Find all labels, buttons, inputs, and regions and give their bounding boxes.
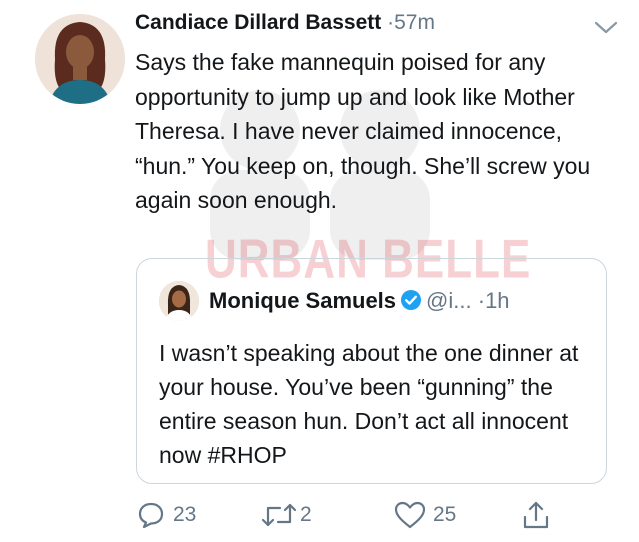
retweet-icon — [261, 503, 297, 527]
like-count: 25 — [433, 503, 457, 526]
tweet-text: Says the fake mannequin poised for any o… — [135, 49, 591, 213]
action-bar: 23 2 25 — [135, 495, 605, 535]
retweet-button[interactable]: 2 — [260, 495, 312, 535]
quoted-header: Monique Samuels @i... ·1h — [209, 284, 594, 321]
reply-button[interactable]: 23 — [135, 495, 196, 535]
tweet-time[interactable]: 57m — [394, 11, 435, 34]
like-button[interactable]: 25 — [393, 495, 456, 535]
chevron-down-icon[interactable] — [593, 14, 619, 48]
quoted-time[interactable]: 1h — [485, 288, 509, 313]
retweet-count: 2 — [300, 503, 312, 526]
heart-icon — [394, 501, 426, 529]
quoted-text: I wasn’t speaking about the one dinner a… — [159, 340, 579, 468]
separator-dot: · — [477, 288, 486, 313]
quoted-avatar-image — [159, 281, 199, 321]
verified-badge-icon — [400, 287, 422, 321]
author-name[interactable]: Candiace Dillard Bassett — [135, 11, 381, 34]
share-button[interactable] — [520, 495, 552, 535]
share-icon — [523, 501, 549, 529]
quoted-author-name[interactable]: Monique Samuels — [209, 288, 396, 313]
avatar-image — [35, 14, 125, 104]
quoted-avatar[interactable] — [159, 281, 199, 321]
quoted-tweet[interactable]: Monique Samuels @i... ·1h I wasn’t speak… — [136, 258, 607, 484]
quoted-handle[interactable]: @i... — [426, 288, 472, 313]
reply-icon — [138, 502, 164, 529]
avatar[interactable] — [35, 14, 125, 104]
tweet-header: Candiace Dillard Bassett ·57m — [135, 6, 619, 40]
reply-count: 23 — [173, 503, 197, 526]
